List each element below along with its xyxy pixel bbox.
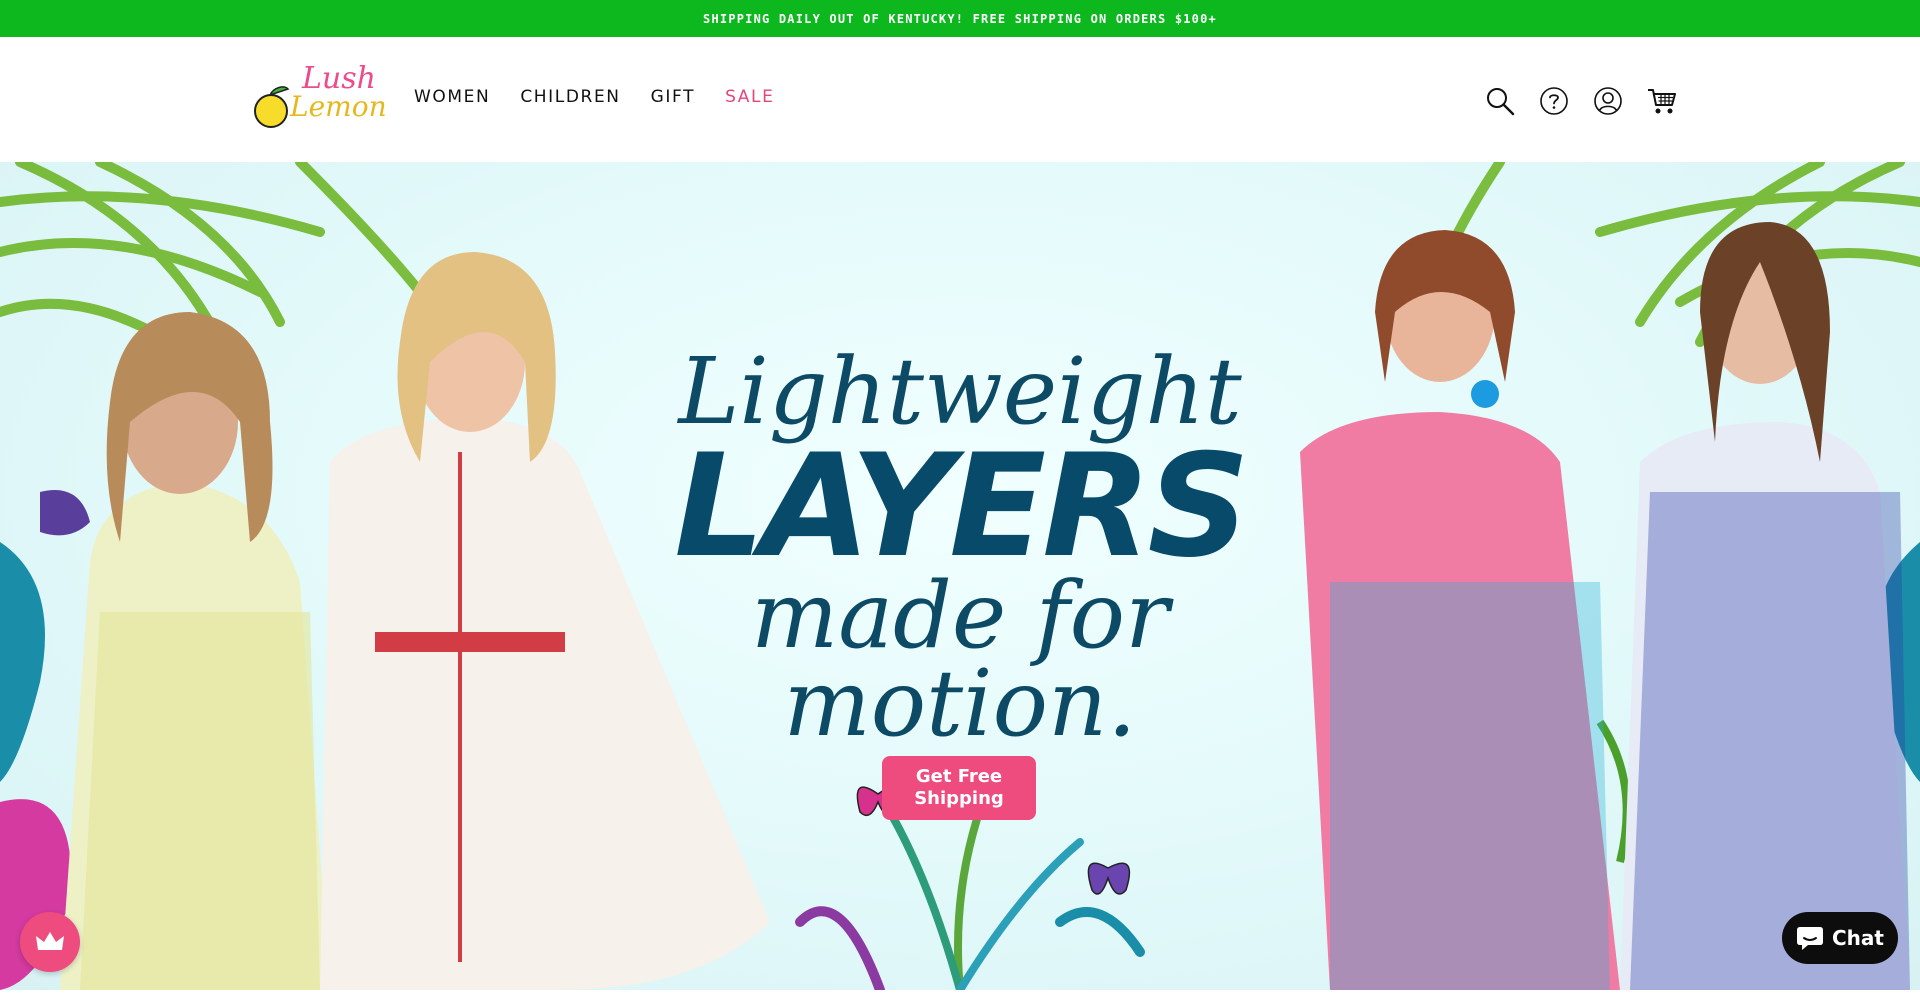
cart-icon — [1648, 89, 1676, 114]
rewards-launcher-button[interactable] — [20, 912, 80, 972]
brand-name-line2: Lemon — [290, 90, 387, 123]
chat-label: Chat — [1832, 926, 1884, 950]
account-button[interactable] — [1592, 85, 1624, 117]
account-icon — [1594, 87, 1622, 115]
main-nav: WOMEN CHILDREN GIFT SALE — [414, 87, 774, 107]
nav-item-gift[interactable]: GIFT — [651, 87, 695, 107]
butterfly-purple — [1087, 862, 1131, 895]
announcement-bar: SHIPPING DAILY OUT OF KENTUCKY! FREE SHI… — [0, 0, 1920, 37]
hero-headline: Lightweight LAYERS made for motion. — [640, 342, 1280, 757]
brand-logo[interactable]: Lush Lemon — [252, 63, 387, 133]
hero-line-motion: motion. — [783, 650, 1137, 757]
crown-icon — [36, 932, 64, 950]
lemon-icon — [254, 86, 290, 128]
model-figure-1 — [60, 312, 330, 990]
chat-button[interactable]: Chat — [1782, 912, 1898, 964]
hero-banner[interactable]: Lightweight LAYERS made for motion. — [0, 162, 1920, 990]
model-figure-3 — [1300, 230, 1620, 990]
chat-bubble-icon — [1797, 927, 1823, 950]
cart-button[interactable] — [1646, 85, 1678, 117]
model-figure-4 — [1620, 222, 1910, 990]
brand-name-line1: Lush — [302, 61, 376, 96]
help-icon — [1540, 87, 1568, 115]
hero-line-layers: LAYERS — [674, 424, 1250, 589]
header-actions — [1484, 85, 1678, 117]
get-free-shipping-button[interactable]: Get Free Shipping — [882, 756, 1036, 820]
announcement-text: SHIPPING DAILY OUT OF KENTUCKY! FREE SHI… — [703, 11, 1217, 26]
cta-line1: Get Free — [915, 766, 1003, 787]
nav-item-children[interactable]: CHILDREN — [520, 87, 620, 107]
cta-line2: Shipping — [914, 788, 1004, 809]
site-header: Lush Lemon WOMEN CHILDREN GIFT SALE — [0, 37, 1920, 163]
search-button[interactable] — [1484, 85, 1516, 117]
nav-item-women[interactable]: WOMEN — [414, 87, 490, 107]
nav-item-sale[interactable]: SALE — [725, 87, 774, 107]
search-icon — [1487, 88, 1515, 116]
help-button[interactable] — [1538, 85, 1570, 117]
